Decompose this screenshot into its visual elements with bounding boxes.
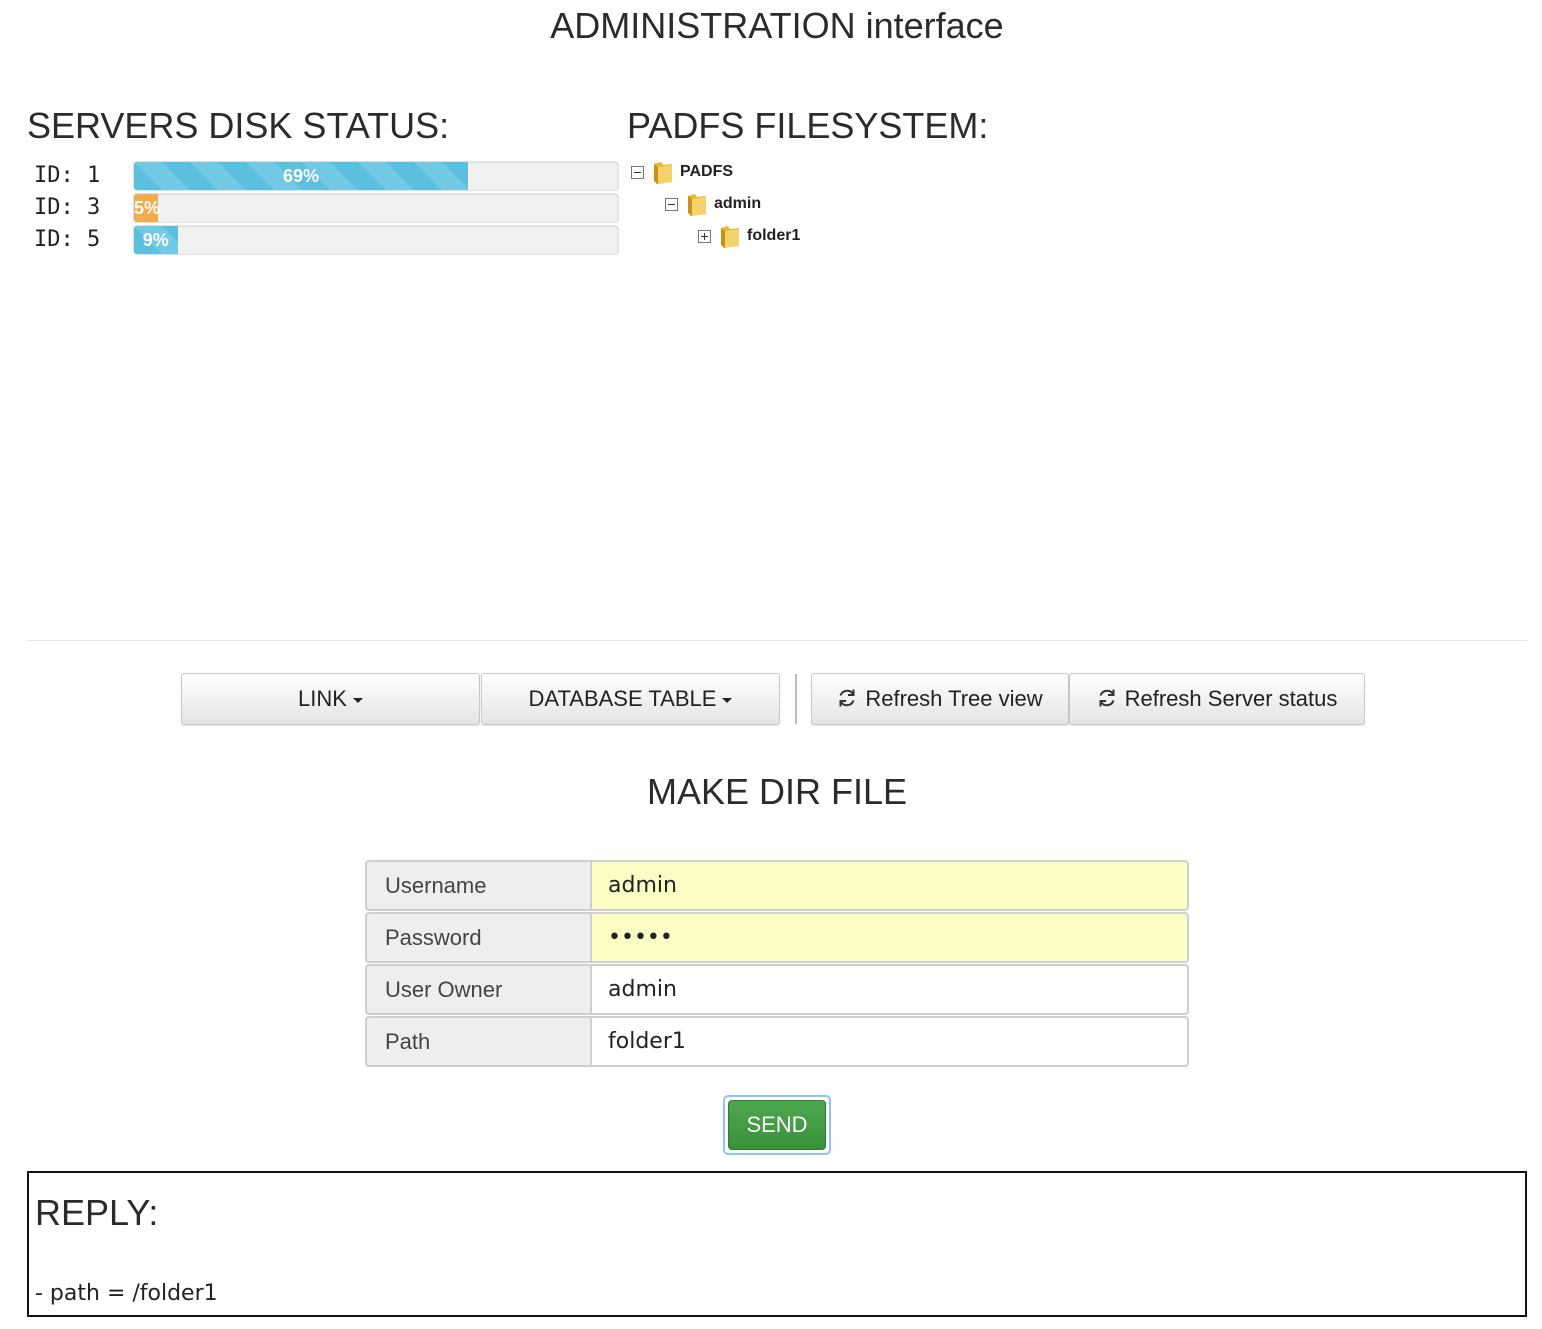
database-button-label: DATABASE TABLE [528,686,717,711]
tree-label[interactable]: admin [714,195,761,213]
tree-node-admin[interactable]: admin [665,190,761,218]
reply-title: REPLY: [35,1192,159,1233]
collapse-icon[interactable] [665,197,678,211]
path-input[interactable] [590,1016,1189,1067]
path-label: Path [365,1016,591,1067]
reply-panel: REPLY: - path = /folder1 [27,1171,1527,1317]
disk-row: ID: 5 9% [34,225,634,255]
filesystem-title: PADFS FILESYSTEM: [627,105,989,146]
tree-node-padfs[interactable]: PADFS [631,158,733,186]
folder-icon [721,226,739,248]
send-button[interactable]: SEND [728,1100,826,1150]
folder-icon [654,162,672,184]
page-title: ADMINISTRATION interface [550,5,1004,46]
user-owner-label: User Owner [365,964,591,1015]
link-button-label: LINK [298,686,347,711]
reply-text: - path = /folder1 [35,1281,218,1306]
tree-label[interactable]: folder1 [747,227,800,245]
user-owner-input[interactable] [590,964,1189,1015]
username-label: Username [365,860,591,911]
refresh-server-label: Refresh Server status [1124,686,1338,711]
disk-row: ID: 1 69% [34,161,634,191]
disk-progress-fill: 69% [134,162,468,190]
disk-progress-fill: 5% [134,194,160,222]
user-owner-row: User Owner [365,964,1189,1015]
refresh-server-button[interactable]: Refresh Server status [1069,673,1365,725]
folder-icon [688,194,706,216]
password-row: Password [365,912,1189,963]
divider [27,640,1527,641]
disk-progress-bar: 69% [133,161,619,191]
server-id-label: ID: 5 [34,227,101,252]
refresh-tree-label: Refresh Tree view [865,686,1043,711]
disk-progress-bar: 9% [133,225,619,255]
refresh-icon [839,689,855,707]
username-input[interactable] [590,860,1189,911]
password-input[interactable] [590,912,1189,963]
tree-node-folder1[interactable]: folder1 [698,222,800,250]
collapse-icon[interactable] [631,165,644,179]
expand-icon[interactable] [698,229,711,243]
form-title: MAKE DIR FILE [646,771,908,812]
disk-status-title: SERVERS DISK STATUS: [27,105,450,146]
disk-progress-bar: 5% [133,193,619,223]
link-dropdown-button[interactable]: LINK [181,673,480,725]
disk-progress-fill: 9% [134,226,178,254]
refresh-tree-button[interactable]: Refresh Tree view [811,673,1069,725]
refresh-icon [1099,689,1115,707]
caret-down-icon [722,697,733,703]
path-row: Path [365,1016,1189,1067]
username-row: Username [365,860,1189,911]
password-label: Password [365,912,591,963]
tree-label[interactable]: PADFS [680,163,733,181]
server-id-label: ID: 1 [34,163,101,188]
caret-down-icon [352,697,363,703]
database-table-dropdown-button[interactable]: DATABASE TABLE [481,673,780,725]
disk-row: ID: 3 5% [34,193,634,223]
toolbar-divider [795,674,797,724]
send-focus-ring: SEND [723,1095,831,1155]
server-id-label: ID: 3 [34,195,101,220]
